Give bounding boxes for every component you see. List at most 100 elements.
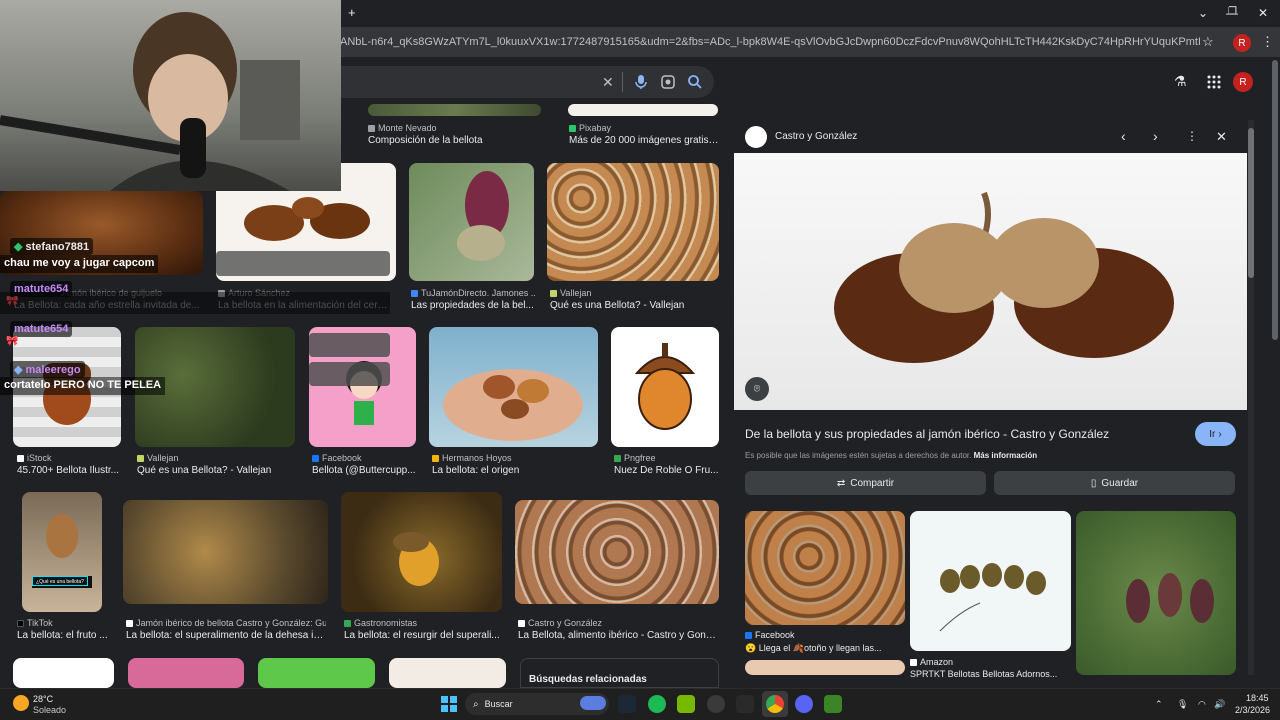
result-title[interactable]: La bellota: el fruto ...: [17, 630, 117, 641]
result-image[interactable]: [611, 327, 719, 447]
maximize-icon[interactable]: ❐: [1228, 6, 1237, 17]
chat-badge-icon: ◆: [14, 241, 23, 253]
related-image[interactable]: [745, 511, 905, 625]
result-title[interactable]: La bellota: el superalimento de la dehes…: [126, 630, 326, 641]
url-field[interactable]: ANbL-n6r4_qKs8GWzATYm7L_l0kuuxVX1w:17724…: [340, 36, 1200, 48]
clear-search-icon[interactable]: ✕: [602, 74, 614, 91]
result-image[interactable]: [13, 658, 114, 688]
taskbar-search-label: Buscar: [484, 699, 513, 709]
panel-scroll-thumb[interactable]: [1248, 128, 1254, 278]
close-window-button[interactable]: ✕: [1258, 6, 1268, 20]
result-title[interactable]: Composición de la bellota: [368, 135, 538, 146]
panel-site-name[interactable]: Castro y González: [775, 131, 857, 142]
result-image[interactable]: [341, 492, 502, 612]
labs-flask-icon[interactable]: ⚗: [1174, 73, 1187, 90]
more-info-link[interactable]: Más información: [974, 451, 1038, 460]
spotify-icon[interactable]: [648, 695, 666, 713]
result-title[interactable]: Más de 20 000 imágenes gratis ...: [569, 135, 719, 146]
result-title[interactable]: Bellota (@Buttercupp...: [312, 465, 417, 476]
visit-button[interactable]: Ir ›: [1195, 422, 1236, 446]
tab-search-icon[interactable]: ⌄: [1198, 6, 1208, 20]
minecraft-icon[interactable]: [824, 695, 842, 713]
microphone-icon[interactable]: 🎙: [1177, 699, 1188, 710]
browser-menu-icon[interactable]: ⋮: [1261, 34, 1274, 50]
result-image[interactable]: [22, 492, 102, 612]
related-title[interactable]: SPRTKT Bellotas Bellotas Adornos...: [910, 669, 1070, 679]
google-account-avatar[interactable]: R: [1233, 72, 1253, 92]
apps-grid-icon[interactable]: [1207, 75, 1221, 89]
result-image[interactable]: [429, 327, 598, 447]
taskbar-search-icon: ⌕: [473, 698, 479, 710]
result-image[interactable]: [123, 500, 328, 604]
preview-main-image[interactable]: [734, 153, 1247, 410]
panel-scrollbar[interactable]: [1248, 120, 1254, 675]
bookmark-icon: ▯: [1090, 477, 1097, 489]
clock-time[interactable]: 18:45: [1246, 693, 1269, 703]
related-image[interactable]: [1076, 511, 1236, 675]
voice-search-icon[interactable]: [634, 74, 648, 90]
search-submit-icon[interactable]: [687, 74, 703, 90]
discord-icon[interactable]: [795, 695, 813, 713]
lens-search-icon[interactable]: [660, 74, 676, 90]
result-title[interactable]: La bellota: el origen: [432, 465, 598, 476]
result-source: Vallejan: [137, 453, 295, 463]
result-image[interactable]: [258, 658, 375, 688]
result-image[interactable]: [409, 163, 534, 281]
chat-username: ◆ maleerego: [10, 361, 85, 378]
result-title[interactable]: Las propiedades de la bel...: [411, 300, 536, 311]
next-image-icon[interactable]: ›: [1153, 128, 1158, 144]
chrome-icon[interactable]: [766, 695, 784, 713]
visit-label: Ir: [1209, 428, 1216, 440]
weather-temperature[interactable]: 28°C: [33, 694, 53, 704]
search-box[interactable]: [300, 66, 714, 98]
weather-condition[interactable]: Soleado: [33, 705, 66, 715]
panel-more-icon[interactable]: ⋮: [1186, 129, 1198, 143]
result-image[interactable]: [515, 500, 719, 604]
related-image[interactable]: [910, 511, 1071, 651]
result-source: Pixabay: [569, 123, 719, 133]
chat-message: chau me voy a jugar capcom: [0, 255, 159, 273]
result-title[interactable]: Qué es una Bellota? - Vallejan: [137, 465, 295, 476]
result-image[interactable]: [547, 163, 719, 281]
nvidia-icon[interactable]: [677, 695, 695, 713]
page-scrollbar[interactable]: [1272, 60, 1278, 340]
result-image[interactable]: [368, 104, 541, 116]
new-tab-button[interactable]: +: [348, 5, 356, 20]
windows-taskbar: [0, 688, 1280, 720]
result-image[interactable]: [389, 658, 506, 688]
windows-start-icon[interactable]: [441, 696, 457, 712]
result-title[interactable]: Qué es una Bellota? - Vallejan: [550, 300, 720, 311]
wifi-icon[interactable]: ◠: [1198, 699, 1206, 710]
result-title[interactable]: La bellota: el resurgir del superali...: [344, 630, 502, 641]
chat-emote-icon: 🎀: [6, 336, 19, 347]
chevron-right-icon: ›: [1218, 428, 1222, 440]
result-image[interactable]: [128, 658, 244, 688]
result-title[interactable]: 45.700+ Bellota Ilustr...: [17, 465, 122, 476]
result-title[interactable]: Nuez De Roble O Fru...: [614, 465, 719, 476]
show-hidden-icons[interactable]: ⌃: [1155, 699, 1163, 710]
result-title[interactable]: La Bellota, alimento ibérico - Castro y …: [518, 630, 718, 641]
related-title[interactable]: 😮 Llega el 🍂otoño y llegan las...: [745, 643, 905, 654]
clock-date[interactable]: 2/3/2026: [1235, 705, 1270, 715]
share-button[interactable]: ⇄ Compartir: [745, 471, 986, 495]
previous-image-icon[interactable]: ‹: [1121, 128, 1126, 144]
result-image[interactable]: [568, 104, 718, 116]
browser-profile-avatar[interactable]: R: [1233, 34, 1251, 52]
chat-highlight-bar: [309, 333, 390, 357]
volume-icon[interactable]: 🔊: [1214, 699, 1225, 710]
weather-sun-icon[interactable]: [13, 695, 29, 711]
panel-headline[interactable]: De la bellota y sus propiedades al jamón…: [745, 427, 1185, 441]
epic-games-icon[interactable]: [736, 695, 754, 713]
related-image[interactable]: [745, 660, 905, 675]
result-source: Monte Nevado: [368, 123, 538, 133]
bookmark-star-icon[interactable]: ☆: [1202, 34, 1214, 50]
related-searches-title: Búsquedas relacionadas: [529, 674, 647, 685]
related-searches-card: Búsquedas relacionadas: [520, 658, 719, 688]
related-source: Amazon: [910, 657, 1070, 667]
save-button[interactable]: ▯ Guardar: [994, 471, 1235, 495]
lens-button[interactable]: ⌾: [745, 377, 769, 401]
result-source: iStock: [17, 453, 122, 463]
panel-close-icon[interactable]: ✕: [1216, 129, 1227, 145]
github-icon[interactable]: [707, 695, 725, 713]
steam-icon[interactable]: [618, 695, 636, 713]
